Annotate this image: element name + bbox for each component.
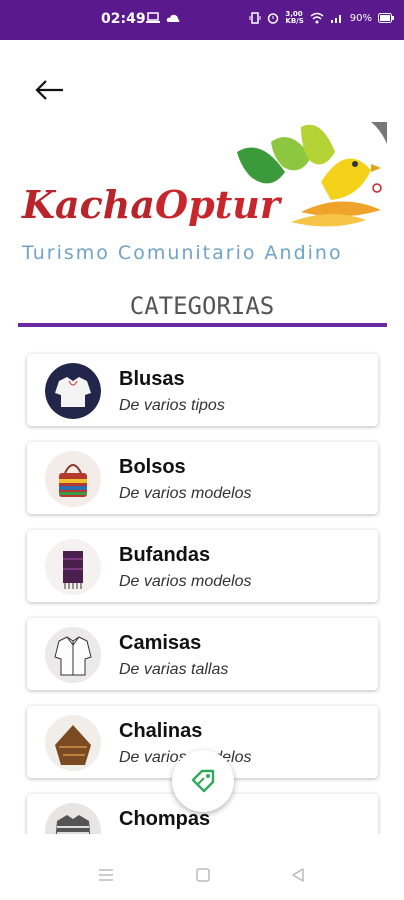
category-subtitle: De varios modelos xyxy=(119,485,252,502)
bufanda-thumbnail xyxy=(45,539,101,595)
square-icon[interactable] xyxy=(194,866,212,884)
battery-percent: 90% xyxy=(349,12,372,24)
battery-icon xyxy=(378,13,394,23)
tag-fab-button[interactable] xyxy=(172,750,234,812)
category-subtitle: De varias tallas xyxy=(119,661,229,678)
triangle-back-icon[interactable] xyxy=(289,866,307,884)
vibrate-icon xyxy=(249,12,261,24)
alarm-icon xyxy=(268,13,279,24)
title-underline xyxy=(18,323,387,327)
chompa-thumbnail xyxy=(45,803,101,834)
page-title: CATEGORIAS xyxy=(129,292,275,320)
kachaoptur-logo: KachaOptur Turismo Comunitario Andino xyxy=(19,122,387,290)
category-title: Chalinas xyxy=(119,720,203,742)
chalina-thumbnail xyxy=(45,715,101,771)
brand-name: KachaOptur xyxy=(22,182,280,227)
status-time: 02:49 xyxy=(101,11,146,27)
arrow-left-icon xyxy=(35,80,63,100)
brand-tagline: Turismo Comunitario Andino xyxy=(22,242,343,264)
status-bar: 02:49 3,00 KB/S 90% xyxy=(0,0,404,40)
category-title: Bolsos xyxy=(119,456,186,478)
tag-icon xyxy=(191,769,215,793)
wifi-icon xyxy=(310,12,324,24)
category-subtitle: De varios tipos xyxy=(119,397,225,414)
category-card-camisas[interactable]: Camisas De varias tallas xyxy=(27,618,378,690)
category-title: Camisas xyxy=(119,632,202,654)
back-button[interactable] xyxy=(30,72,70,108)
category-card-bolsos[interactable]: Bolsos De varios modelos xyxy=(27,442,378,514)
system-nav-bar xyxy=(0,852,404,900)
brand-part2: Optur xyxy=(155,182,280,227)
category-title: Blusas xyxy=(119,368,185,390)
category-card-blusas[interactable]: Blusas De varios tipos xyxy=(27,354,378,426)
category-subtitle: De varios modelos xyxy=(119,573,252,590)
menu-icon[interactable] xyxy=(97,866,115,884)
category-title: Bufandas xyxy=(119,544,211,566)
blusa-thumbnail xyxy=(45,363,101,419)
cloud-icon xyxy=(166,14,180,22)
network-speed: 3,00 KB/S xyxy=(285,10,304,25)
camisa-thumbnail xyxy=(45,627,101,683)
laptop-icon xyxy=(146,12,160,23)
brand-part1: Kacha xyxy=(22,182,156,227)
bolso-thumbnail xyxy=(45,451,101,507)
signal-icon xyxy=(330,15,341,23)
category-card-bufandas[interactable]: Bufandas De varios modelos xyxy=(27,530,378,602)
